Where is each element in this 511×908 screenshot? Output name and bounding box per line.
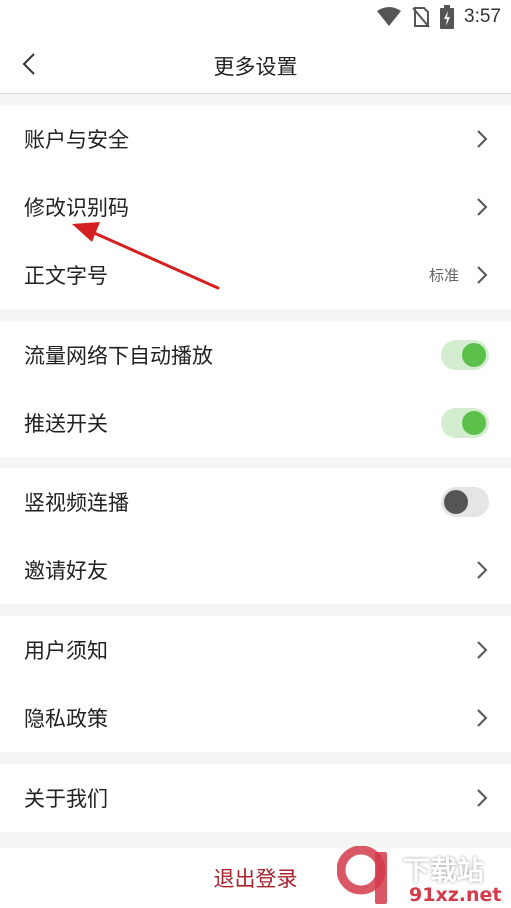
settings-row-label: 邀请好友 — [24, 559, 108, 583]
push-toggle[interactable] — [441, 408, 489, 438]
chevron-right-icon — [477, 789, 488, 807]
settings-row-font-size[interactable]: 正文字号 标准 — [0, 241, 511, 309]
settings-row-label: 用户须知 — [24, 639, 108, 663]
chevron-right-icon — [477, 709, 488, 727]
settings-row-invite-friends[interactable]: 邀请好友 — [0, 536, 511, 604]
toggle-knob — [462, 411, 486, 435]
watermark-text-top: 下载站 — [403, 856, 484, 887]
settings-row-privacy-policy[interactable]: 隐私政策 — [0, 684, 511, 752]
settings-row-label: 隐私政策 — [24, 707, 108, 731]
settings-row-change-id-code[interactable]: 修改识别码 — [0, 173, 511, 241]
status-bar: 3:57 — [0, 0, 511, 34]
no-sim-icon — [412, 7, 430, 28]
status-icons: 3:57 — [376, 5, 501, 29]
settings-row-label: 流量网络下自动播放 — [24, 344, 213, 368]
settings-row-label: 推送开关 — [24, 412, 108, 436]
chevron-right-icon — [477, 130, 488, 148]
battery-charging-icon — [440, 5, 455, 29]
settings-row-label: 竖视频连播 — [24, 491, 129, 515]
settings-group-video: 竖视频连播 邀请好友 — [0, 468, 511, 604]
settings-row-label: 修改识别码 — [24, 196, 129, 220]
chevron-right-icon — [477, 561, 488, 579]
toggle-knob — [462, 343, 486, 367]
vertical-video-toggle[interactable] — [441, 487, 489, 517]
top-nav-bar: 更多设置 — [0, 34, 511, 94]
settings-group-about: 关于我们 — [0, 764, 511, 832]
settings-group-legal: 用户须知 隐私政策 — [0, 616, 511, 752]
chevron-right-icon — [477, 266, 488, 284]
settings-row-push-switch: 推送开关 — [0, 389, 511, 457]
watermark: 下载站 91xz.net — [337, 846, 509, 908]
settings-row-about-us[interactable]: 关于我们 — [0, 764, 511, 832]
settings-row-label: 账户与安全 — [24, 128, 129, 152]
settings-group-account: 账户与安全 修改识别码 正文字号 标准 — [0, 105, 511, 309]
page-title: 更多设置 — [213, 55, 298, 79]
chevron-right-icon — [477, 198, 488, 216]
watermark-text-bottom: 91xz.net — [409, 884, 502, 906]
settings-row-user-notice[interactable]: 用户须知 — [0, 616, 511, 684]
settings-row-label: 关于我们 — [24, 787, 108, 811]
settings-row-autoplay-mobile: 流量网络下自动播放 — [0, 321, 511, 389]
wifi-icon — [377, 7, 402, 26]
watermark-logo — [337, 846, 387, 904]
status-time: 3:57 — [464, 6, 501, 27]
settings-row-vertical-video: 竖视频连播 — [0, 468, 511, 536]
autoplay-toggle[interactable] — [441, 340, 489, 370]
font-size-value: 标准 — [428, 266, 459, 285]
settings-group-playback: 流量网络下自动播放 推送开关 — [0, 321, 511, 457]
toggle-knob — [444, 490, 468, 514]
settings-row-label: 正文字号 — [24, 264, 108, 288]
settings-row-account-security[interactable]: 账户与安全 — [0, 105, 511, 173]
chevron-right-icon — [477, 641, 488, 659]
